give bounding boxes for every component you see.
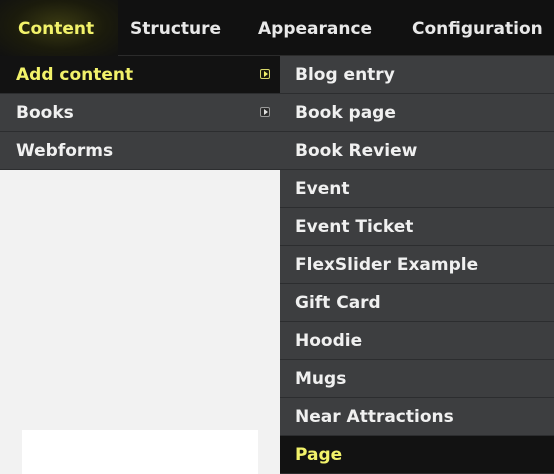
menu-item-label: Webforms: [16, 141, 114, 161]
menu-item-books[interactable]: Books: [0, 94, 280, 132]
toolbar-tab-appearance[interactable]: Appearance: [258, 0, 372, 56]
menu-item-label: Add content: [16, 65, 134, 85]
submenu-item-book-page[interactable]: Book page: [280, 94, 554, 132]
content-area: [22, 430, 258, 474]
submenu-item-gift-card[interactable]: Gift Card: [280, 284, 554, 322]
submenu-item-event-ticket[interactable]: Event Ticket: [280, 208, 554, 246]
submenu-item-event[interactable]: Event: [280, 170, 554, 208]
menu-item-webforms[interactable]: Webforms: [0, 132, 280, 170]
content-dropdown-menu: Add content Books Webforms: [0, 56, 280, 170]
submenu-item-blog-entry[interactable]: Blog entry: [280, 56, 554, 94]
page-background: [0, 170, 280, 474]
submenu-arrow-icon: [260, 107, 270, 117]
menu-item-add-content[interactable]: Add content: [0, 56, 280, 94]
submenu-item-page[interactable]: Page: [280, 436, 554, 474]
add-content-submenu: Blog entry Book page Book Review Event E…: [280, 56, 554, 474]
submenu-item-book-review[interactable]: Book Review: [280, 132, 554, 170]
submenu-item-mugs[interactable]: Mugs: [280, 360, 554, 398]
submenu-item-near-attractions[interactable]: Near Attractions: [280, 398, 554, 436]
toolbar-tab-configuration[interactable]: Configuration: [412, 0, 543, 56]
toolbar-tab-content[interactable]: Content: [0, 0, 118, 56]
submenu-item-hoodie[interactable]: Hoodie: [280, 322, 554, 360]
submenu-arrow-icon: [260, 69, 270, 79]
admin-toolbar: Content Structure Appearance Configurati…: [0, 0, 554, 56]
submenu-item-flexslider-example[interactable]: FlexSlider Example: [280, 246, 554, 284]
menu-item-label: Books: [16, 103, 74, 123]
toolbar-tab-structure[interactable]: Structure: [130, 0, 221, 56]
